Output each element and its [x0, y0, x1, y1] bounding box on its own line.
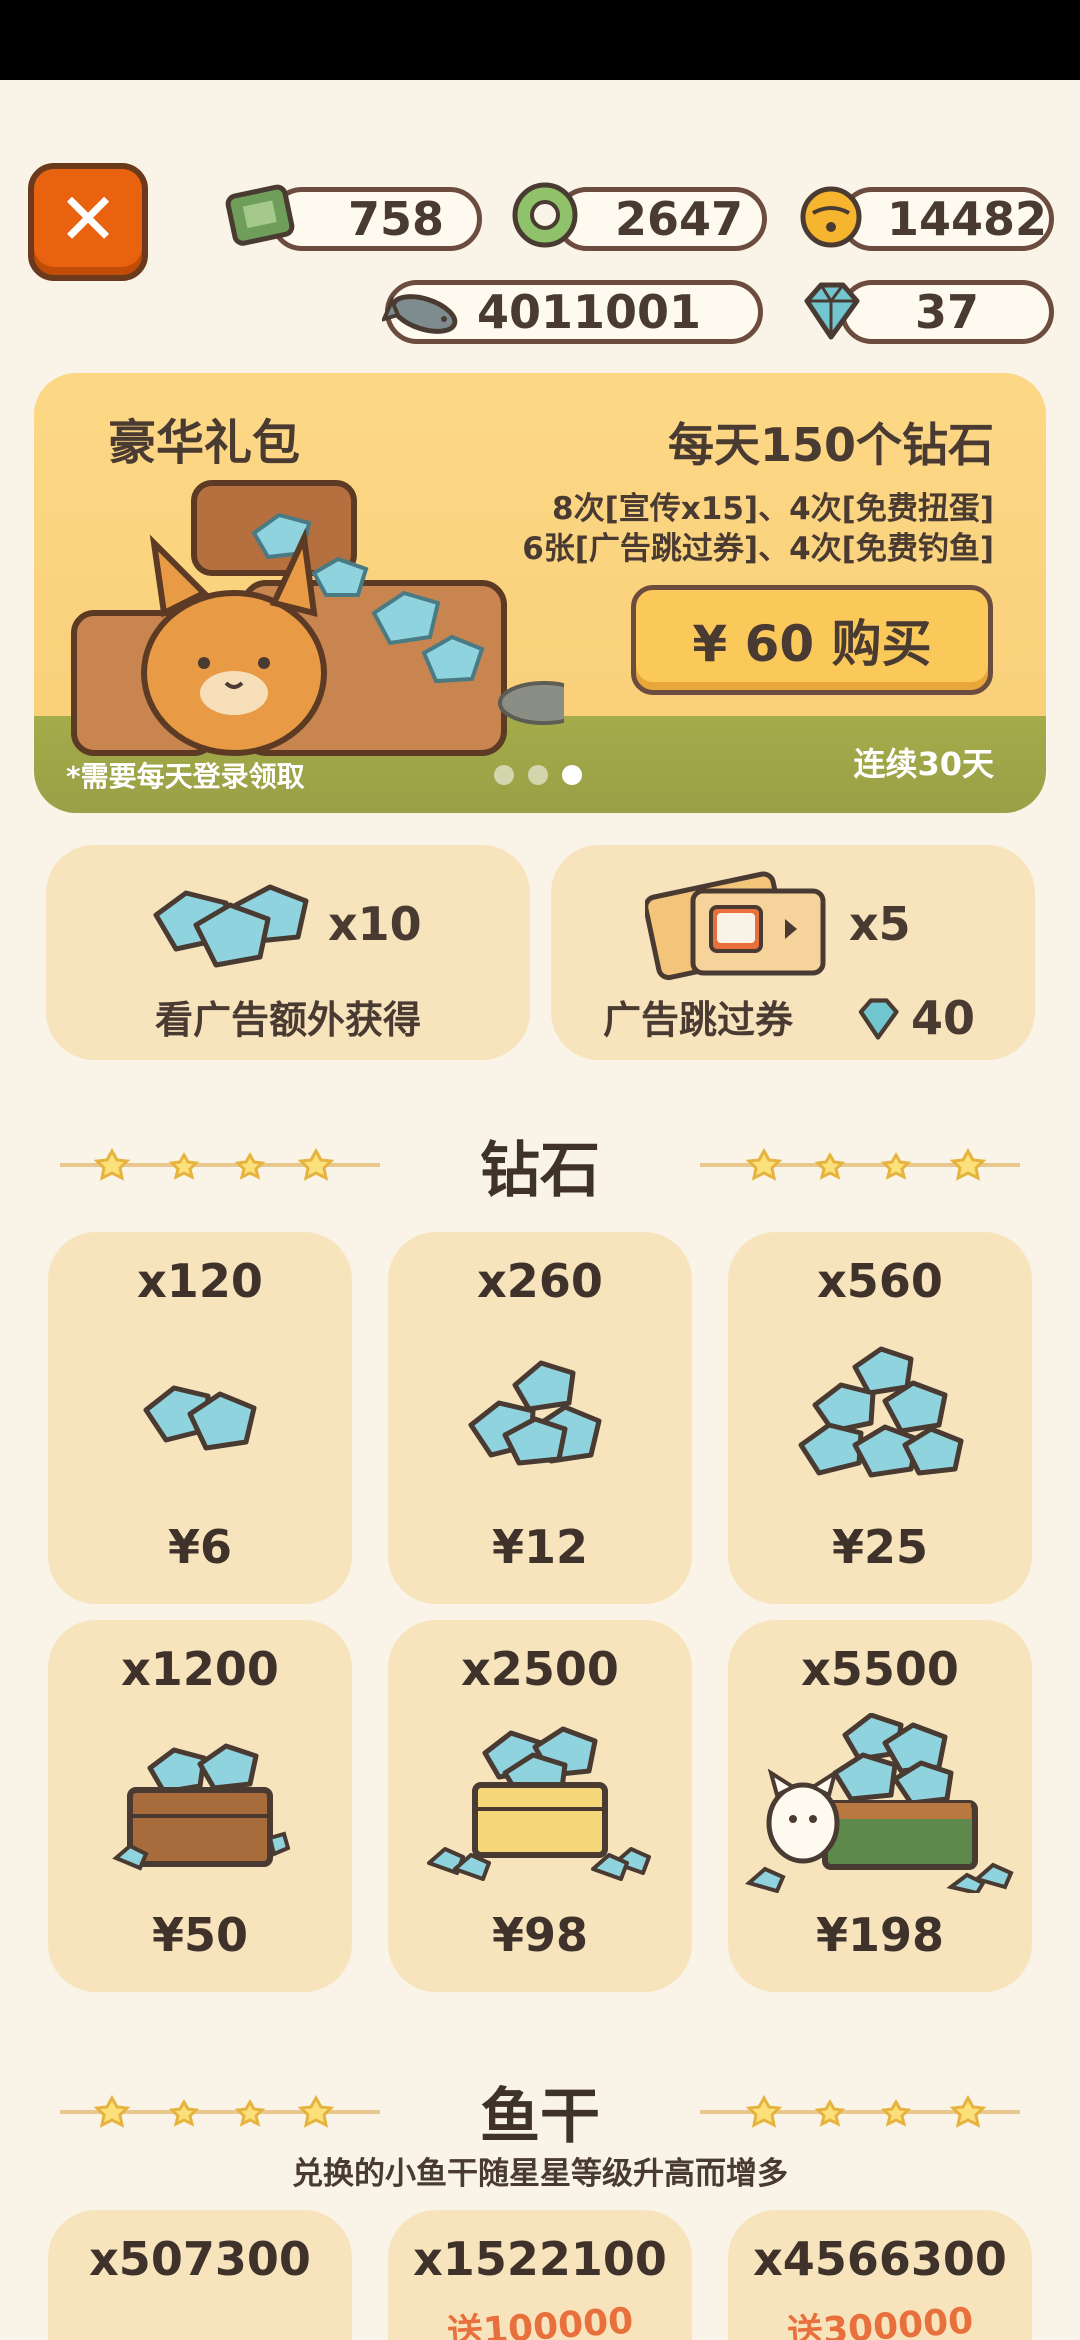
carousel-dots[interactable]: [494, 765, 582, 785]
login-note: *需要每天登录领取: [66, 760, 305, 793]
diamond-pile-icon: [48, 1327, 352, 1502]
diamond-pack-card[interactable]: x260 ¥12: [388, 1232, 692, 1604]
diamond-section-title: 钻石: [480, 1136, 600, 1206]
banner-contents-line2: 6张[广告跳过券]、4次[免费钓鱼]: [522, 531, 994, 567]
pack-price: ¥50: [151, 1908, 249, 1962]
deluxe-pack-banner[interactable]: 豪华礼包 每天150个钻石 8次[宣传x15]、4次[免费扭蛋] 6张[广告跳过…: [34, 373, 1046, 813]
pack-amount: x5500: [801, 1642, 959, 1696]
diamond-pile-icon: [388, 1327, 692, 1502]
diamond-price-icon: [858, 998, 899, 1040]
diamond-pack-card[interactable]: x1200 ¥50: [48, 1620, 352, 1992]
pack-price: ¥12: [491, 1520, 589, 1574]
pack-bonus-label: 送300000: [785, 2300, 975, 2340]
fish-section-subtitle: 兑换的小鱼干随星星等级升高而增多: [292, 2156, 788, 2192]
buy-deluxe-button[interactable]: ¥ 60 购买: [631, 585, 993, 695]
pack-amount: x120: [137, 1254, 263, 1308]
diamond-crate-icon: [388, 1715, 692, 1890]
close-button[interactable]: ✕: [28, 163, 148, 281]
diamonds-counter: 37: [840, 280, 1054, 344]
diamond-icon: [792, 272, 870, 350]
pack-amount: x560: [817, 1254, 943, 1308]
pack-bonus-label: 送100000: [445, 2300, 635, 2340]
diamond-crate-icon: [48, 1715, 352, 1890]
fish-section-title: 鱼干: [480, 2082, 600, 2152]
pack-price: ¥98: [491, 1908, 589, 1962]
banner-contents-line1: 8次[宣传x15]、4次[免费扭蛋]: [552, 491, 994, 527]
pack-price: ¥25: [831, 1520, 929, 1574]
carousel-dot-1[interactable]: [494, 765, 514, 785]
bells-counter: 14482: [840, 187, 1054, 251]
fish-value: 4011001: [476, 285, 702, 339]
diamond-pack-card[interactable]: x2500 ¥98: [388, 1620, 692, 1992]
carousel-dot-3[interactable]: [562, 765, 582, 785]
pack-amount: x1200: [121, 1642, 279, 1696]
coins-counter: 2647: [555, 187, 767, 251]
banner-headline: 每天150个钻石: [667, 418, 994, 472]
fish-pack-card[interactable]: x4566300 送300000: [728, 2210, 1032, 2340]
fish-pack-card[interactable]: x1522100 送100000: [388, 2210, 692, 2340]
skip-ticket-quantity: x5: [849, 897, 911, 951]
ad-bonus-label: 看广告额外获得: [154, 998, 421, 1042]
diamond-pack-card[interactable]: x560 ¥25: [728, 1232, 1032, 1604]
pack-amount: x2500: [461, 1642, 619, 1696]
skip-ticket-label: 广告跳过券: [603, 998, 794, 1042]
tickets-value: 758: [347, 192, 445, 246]
ad-skip-ticket-icon: [645, 871, 826, 981]
watch-ad-bonus-card[interactable]: x10 看广告额外获得: [46, 845, 530, 1060]
carousel-dot-2[interactable]: [528, 765, 548, 785]
close-icon: ✕: [57, 177, 119, 261]
pack-price: ¥198: [815, 1908, 945, 1962]
pack-amount: x507300: [89, 2232, 311, 2286]
skip-ticket-price: 40: [911, 991, 976, 1045]
coins-value: 2647: [614, 192, 744, 246]
cat-treasure-illustration: [71, 480, 564, 756]
duration-label: 连续30天: [853, 745, 994, 783]
diamonds-value: 37: [914, 285, 979, 339]
diamond-pile-icon: [728, 1327, 1032, 1502]
ticket-icon: [222, 176, 300, 254]
banner-title: 豪华礼包: [108, 415, 301, 471]
tickets-counter: 758: [270, 187, 482, 251]
bell-icon: [792, 176, 870, 254]
bells-value: 14482: [886, 192, 1048, 246]
fish-icon: [382, 275, 468, 353]
pack-amount: x260: [477, 1254, 603, 1308]
status-bar: [0, 0, 1080, 80]
pack-amount: x1522100: [413, 2232, 667, 2286]
diamonds-icon: [153, 884, 309, 968]
diamond-pack-card[interactable]: x120 ¥6: [48, 1232, 352, 1604]
coin-ring-icon: [506, 176, 584, 254]
fish-pack-card[interactable]: x507300: [48, 2210, 352, 2340]
diamond-pack-card[interactable]: x5500 ¥198: [728, 1620, 1032, 1992]
ad-bonus-quantity: x10: [328, 897, 422, 951]
pack-amount: x4566300: [753, 2232, 1007, 2286]
cat-with-diamond-chest-icon: [728, 1712, 1032, 1893]
ad-skip-ticket-card[interactable]: x5 广告跳过券 40: [551, 845, 1035, 1060]
pack-price: ¥6: [167, 1520, 232, 1574]
